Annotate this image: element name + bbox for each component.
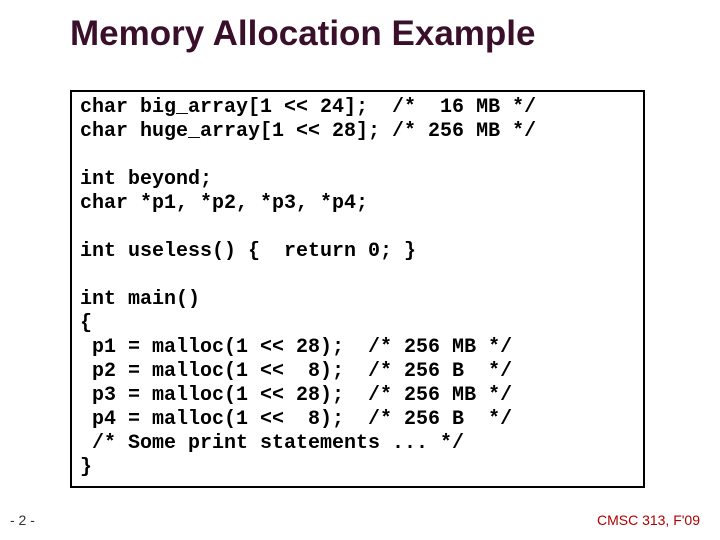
page-title: Memory Allocation Example	[70, 14, 536, 54]
code-block: char big_array[1 << 24]; /* 16 MB */ cha…	[70, 90, 645, 488]
footer-page-number: - 2 -	[10, 512, 35, 528]
slide: Memory Allocation Example char big_array…	[0, 0, 720, 540]
footer-course: CMSC 313, F'09	[597, 512, 700, 528]
